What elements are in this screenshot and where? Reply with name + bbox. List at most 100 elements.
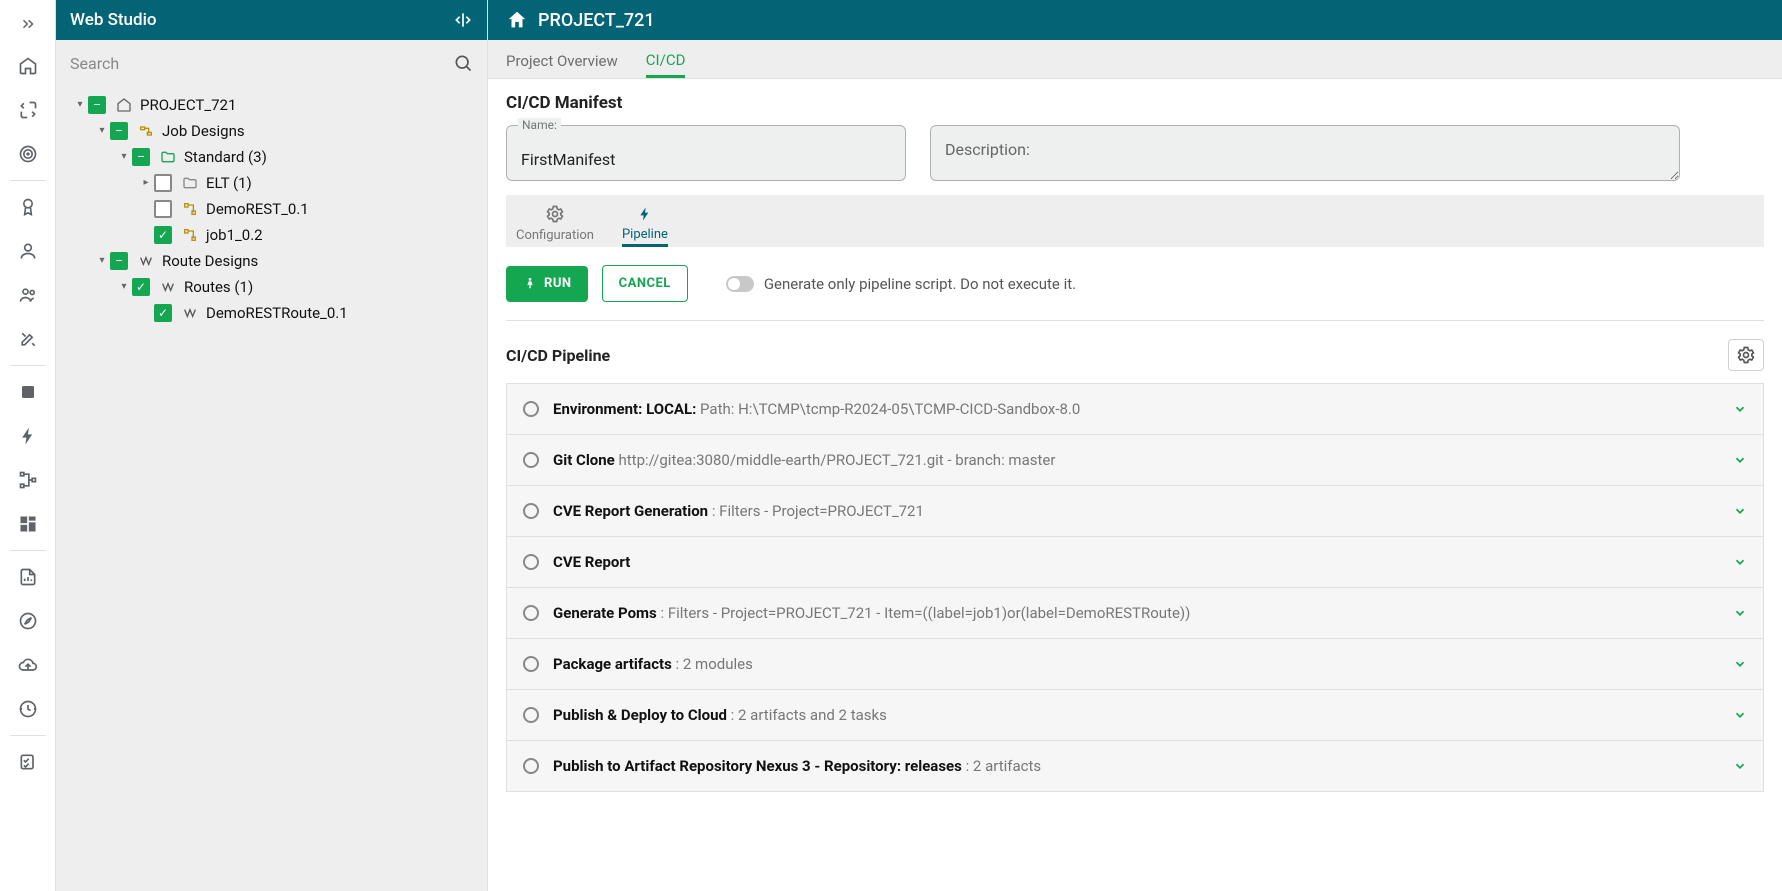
checkbox-checked[interactable]: – — [88, 96, 106, 114]
tree-node-demorest[interactable]: DemoREST_0.1 — [60, 196, 483, 222]
manifest-name-input[interactable] — [506, 125, 906, 181]
main-tabbar: Project Overview CI/CD — [488, 40, 1782, 79]
hierarchy-icon[interactable] — [4, 460, 52, 500]
manifest-meta: Name: — [506, 125, 1764, 185]
dashboard-icon[interactable] — [4, 504, 52, 544]
step-status-icon — [523, 707, 539, 723]
tree-label: Standard (3) — [184, 144, 267, 170]
caret-down-icon[interactable]: ▾ — [94, 248, 110, 274]
target-icon[interactable] — [4, 134, 52, 174]
content: CI/CD Manifest Name: Configuration — [488, 79, 1782, 792]
tree-node-demorestroute[interactable]: ✓ DemoRESTRoute_0.1 — [60, 300, 483, 326]
collapse-sidebar-icon[interactable] — [453, 10, 473, 30]
flash-icon[interactable] — [4, 416, 52, 456]
tree-node-project[interactable]: ▾ – PROJECT_721 — [60, 92, 483, 118]
pipeline-step[interactable]: Git Clone http://gitea:3080/middle-earth… — [506, 435, 1764, 486]
job-icon — [180, 225, 200, 245]
chevron-down-icon[interactable] — [1733, 606, 1747, 620]
generate-only-toggle-row: Generate only pipeline script. Do not ex… — [726, 275, 1076, 293]
badge-icon[interactable] — [4, 187, 52, 227]
pipeline-settings-button[interactable] — [1728, 339, 1764, 371]
checkbox-checked[interactable]: – — [110, 122, 128, 140]
tree-label: DemoREST_0.1 — [206, 196, 309, 222]
job-designs-icon — [136, 121, 156, 141]
cancel-button[interactable]: CANCEL — [602, 265, 688, 302]
search-input[interactable] — [70, 54, 453, 73]
checkbox-checked[interactable]: ✓ — [154, 304, 172, 322]
run-button[interactable]: RUN — [506, 266, 588, 302]
checkbox-checked[interactable]: – — [132, 148, 150, 166]
step-status-icon — [523, 503, 539, 519]
chevron-down-icon[interactable] — [1733, 402, 1747, 416]
user-icon[interactable] — [4, 231, 52, 271]
step-status-icon — [523, 605, 539, 621]
step-status-icon — [523, 554, 539, 570]
tree-node-job-designs[interactable]: ▾ – Job Designs — [60, 118, 483, 144]
checkbox-checked[interactable]: ✓ — [154, 226, 172, 244]
caret-down-icon[interactable]: ▾ — [116, 274, 132, 300]
main: PROJECT_721 Project Overview CI/CD CI/CD… — [488, 0, 1782, 891]
tree-label: ELT (1) — [206, 170, 252, 196]
step-text: Environment: LOCAL: Path: H:\TCMP\tcmp-R… — [553, 400, 1719, 418]
subtab-label: Configuration — [516, 228, 594, 243]
chevron-down-icon[interactable] — [1733, 759, 1747, 773]
file-chart-icon[interactable] — [4, 557, 52, 597]
subtab-pipeline[interactable]: Pipeline — [622, 205, 668, 247]
checkbox-checked[interactable]: ✓ — [132, 278, 150, 296]
tools-icon[interactable] — [4, 319, 52, 359]
generate-only-toggle[interactable] — [726, 276, 754, 292]
caret-down-icon[interactable]: ▾ — [72, 92, 88, 118]
folder-icon — [180, 173, 200, 193]
caret-down-icon[interactable]: ▾ — [116, 144, 132, 170]
chevron-down-icon[interactable] — [1733, 708, 1747, 722]
subtab-configuration[interactable]: Configuration — [516, 204, 594, 247]
checkbox-unchecked[interactable] — [154, 174, 172, 192]
checklist-icon[interactable] — [4, 742, 52, 782]
left-icon-rail — [0, 0, 56, 891]
chevron-down-icon[interactable] — [1733, 453, 1747, 467]
pipeline-step[interactable]: Environment: LOCAL: Path: H:\TCMP\tcmp-R… — [506, 383, 1764, 435]
pipeline-step[interactable]: Package artifacts : 2 modules — [506, 639, 1764, 690]
manifest-desc-field — [930, 125, 1680, 185]
compass-icon[interactable] — [4, 601, 52, 641]
pipeline-step[interactable]: Publish to Artifact Repository Nexus 3 -… — [506, 741, 1764, 792]
project-title: PROJECT_721 — [538, 10, 655, 31]
tab-project-overview[interactable]: Project Overview — [506, 52, 618, 78]
tree-label: job1_0.2 — [206, 222, 263, 248]
tree-node-routes[interactable]: ▾ ✓ Routes (1) — [60, 274, 483, 300]
step-text: Generate Poms : Filters - Project=PROJEC… — [553, 604, 1719, 622]
checkbox-checked[interactable]: – — [110, 252, 128, 270]
tab-cicd[interactable]: CI/CD — [646, 51, 686, 78]
step-text: Package artifacts : 2 modules — [553, 655, 1719, 673]
manifest-desc-input[interactable] — [930, 125, 1680, 181]
users-icon[interactable] — [4, 275, 52, 315]
pipeline-step[interactable]: CVE Report — [506, 537, 1764, 588]
component-icon[interactable] — [4, 372, 52, 412]
folder-icon — [158, 147, 178, 167]
cloud-upload-icon[interactable] — [4, 645, 52, 685]
checkbox-unchecked[interactable] — [154, 200, 172, 218]
tree-node-elt[interactable]: ▸ ELT (1) — [60, 170, 483, 196]
pipeline-step[interactable]: CVE Report Generation : Filters - Projec… — [506, 486, 1764, 537]
caret-down-icon[interactable]: ▾ — [94, 118, 110, 144]
tree-node-standard[interactable]: ▾ – Standard (3) — [60, 144, 483, 170]
tree-node-job1[interactable]: ✓ job1_0.2 — [60, 222, 483, 248]
chevron-down-icon[interactable] — [1733, 555, 1747, 569]
chevron-down-icon[interactable] — [1733, 657, 1747, 671]
project-tree: ▾ – PROJECT_721 ▾ – Job Designs ▾ – Stan… — [56, 86, 487, 891]
import-export-icon[interactable] — [4, 90, 52, 130]
tree-label: Routes (1) — [184, 274, 253, 300]
home-icon[interactable] — [4, 46, 52, 86]
chevron-down-icon[interactable] — [1733, 504, 1747, 518]
run-label: RUN — [544, 276, 572, 291]
search-icon[interactable] — [453, 53, 473, 73]
flash-icon — [637, 205, 653, 223]
tree-node-route-designs[interactable]: ▾ – Route Designs — [60, 248, 483, 274]
pipeline-step[interactable]: Generate Poms : Filters - Project=PROJEC… — [506, 588, 1764, 639]
caret-right-icon[interactable]: ▸ — [138, 170, 154, 196]
home-icon[interactable] — [506, 9, 528, 31]
expand-rail-button[interactable] — [4, 4, 52, 44]
manifest-name-field: Name: — [506, 125, 906, 185]
schedule-icon[interactable] — [4, 689, 52, 729]
pipeline-step[interactable]: Publish & Deploy to Cloud : 2 artifacts … — [506, 690, 1764, 741]
